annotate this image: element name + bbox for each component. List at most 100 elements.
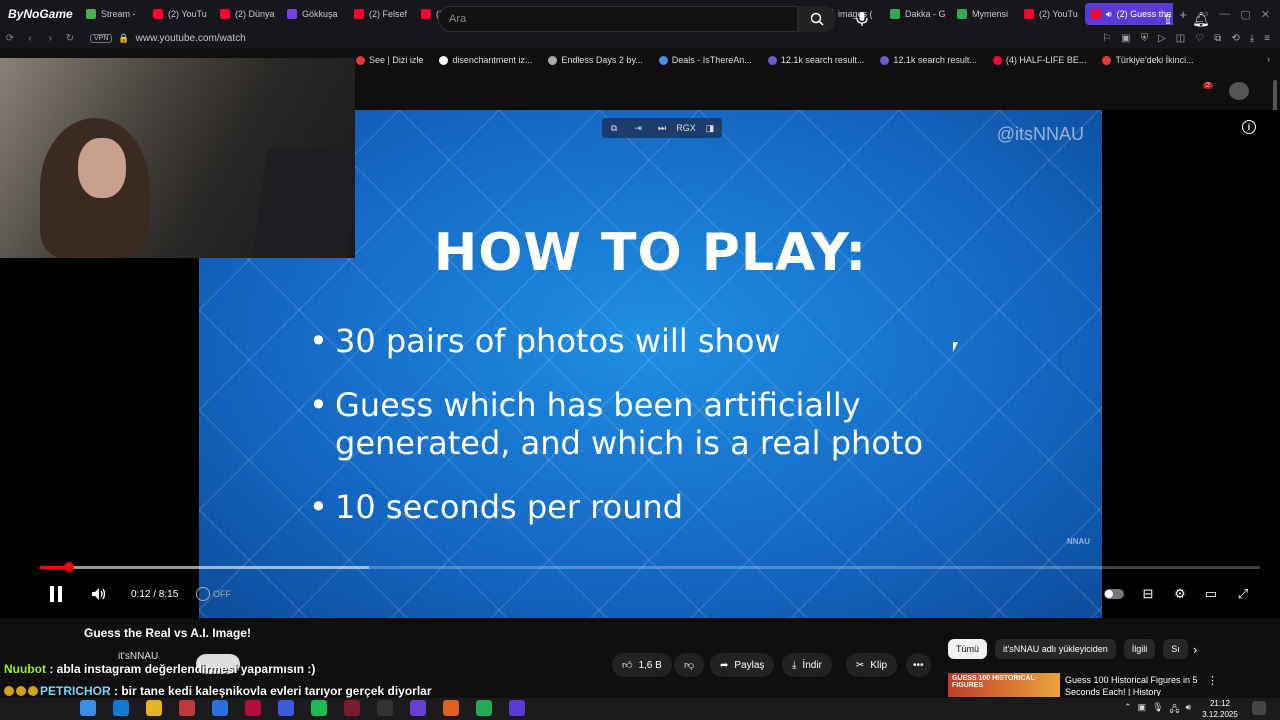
bookmark-item[interactable]: See | Dizi izle — [356, 55, 423, 65]
taskbar-app-icon[interactable] — [344, 700, 360, 716]
audio-icon[interactable]: 🔊︎ — [1106, 9, 1112, 20]
tray-mic-icon[interactable]: 🎙︎ — [1152, 702, 1163, 718]
recommended-thumbnail[interactable]: GUESS 100 HISTORICAL FIGURES — [948, 673, 1060, 697]
filter-chip[interactable]: it'sNNAU adlı yükleyiciden — [995, 639, 1116, 659]
bookmark-item[interactable]: Endless Days 2 by... — [548, 55, 643, 65]
account-avatar[interactable] — [1229, 82, 1249, 100]
rule-text-line: 30 pairs of photos will show — [335, 322, 781, 360]
bookmark-item[interactable]: 12.1k search result... — [880, 55, 977, 65]
taskbar-app-icon[interactable] — [476, 700, 492, 716]
fullscreen-icon[interactable]: ⤢ — [1233, 584, 1253, 604]
filter-chip[interactable]: İlgili — [1123, 639, 1156, 659]
browser-tab[interactable]: Mymensi — [951, 3, 1018, 25]
filter-chip[interactable]: Sı — [1163, 639, 1188, 659]
vpn-badge[interactable]: VPN — [90, 33, 113, 43]
menu-icon[interactable]: ≡ — [1264, 33, 1270, 44]
time-display: 0:12 / 8:15 — [131, 588, 179, 600]
tray-app-icon[interactable]: ▣ — [1138, 702, 1147, 718]
taskbar-store-icon[interactable] — [179, 700, 195, 716]
browser-tab[interactable]: Stream - — [80, 3, 147, 25]
taskbar-mail-icon[interactable] — [212, 700, 228, 716]
browser-tab[interactable]: Dakka - G — [884, 3, 951, 25]
taskbar-file-explorer-icon[interactable] — [146, 700, 162, 716]
clip-button[interactable]: ✂ Klip — [846, 653, 898, 677]
next-frame-icon[interactable]: ⏭ — [650, 118, 674, 138]
forward-icon[interactable]: › — [40, 33, 60, 44]
more-actions-button[interactable]: ••• — [906, 653, 931, 677]
info-icon[interactable]: i — [1242, 120, 1256, 134]
browser-tab[interactable]: (2) Dünya — [214, 3, 281, 25]
back-icon[interactable]: ‹ — [20, 33, 40, 44]
taskbar-app-icon[interactable] — [443, 700, 459, 716]
browser-tab[interactable]: (2) YouTu — [147, 3, 214, 25]
chip-next-icon[interactable]: › — [1193, 642, 1197, 657]
progress-scrubber[interactable] — [64, 562, 75, 572]
autoplay-switch-icon[interactable] — [1104, 584, 1124, 604]
taskbar-browser-icon[interactable] — [410, 700, 426, 716]
filter-chip[interactable]: Tümü — [948, 639, 988, 659]
notifications-icon[interactable]: 🔔︎ — [1192, 10, 1210, 28]
adblock-icon[interactable]: ⛨ — [1141, 33, 1149, 44]
notification-center-icon[interactable] — [1252, 701, 1266, 715]
popout-icon[interactable]: ⧉ — [602, 118, 626, 138]
reload-sidebar-icon[interactable]: ⟳ — [0, 33, 20, 44]
taskbar-spotify-icon[interactable] — [311, 700, 327, 716]
search-icon — [810, 12, 824, 26]
share-button[interactable]: ➦ Paylaş — [710, 653, 775, 677]
screenshot-icon[interactable]: ▣ — [1121, 33, 1130, 44]
reload-icon[interactable]: ↻ — [60, 33, 80, 44]
taskbar-edge-icon[interactable] — [113, 700, 129, 716]
taskbar-app-icon[interactable] — [245, 700, 261, 716]
player-icon[interactable]: ▷ — [1158, 33, 1166, 44]
upload-icon[interactable]: ⇪ — [1159, 10, 1177, 28]
search-input[interactable]: Ara — [438, 6, 798, 32]
bookmark-item[interactable]: Deals - IsThereAn... — [658, 55, 752, 65]
rgx-button[interactable]: RGX — [674, 118, 698, 138]
browser-tab[interactable]: (2) Felsef — [348, 3, 415, 25]
heart-icon[interactable]: ♡ — [1195, 33, 1204, 44]
taskbar-media-player-icon[interactable] — [509, 700, 525, 716]
minimize-icon[interactable]: — — [1219, 8, 1230, 21]
search-button[interactable] — [798, 6, 836, 32]
tab-label: (2) Felsef — [369, 9, 408, 19]
dislike-button[interactable]: 👎︎ — [674, 653, 705, 677]
download-icon[interactable]: ⤓ — [1250, 33, 1254, 44]
bookmark-item[interactable]: disenchantment iz... — [439, 55, 532, 65]
like-button[interactable]: 👍︎ 1,6 B — [612, 653, 672, 677]
pip-icon[interactable]: ◨ — [698, 118, 722, 138]
taskbar-search-icon[interactable] — [80, 700, 96, 716]
settings-gear-icon[interactable]: ⚙ — [1170, 584, 1190, 604]
wallet-icon[interactable]: ◫ — [1176, 33, 1185, 44]
sound-icon[interactable]: 🔊︎ — [1186, 702, 1192, 718]
autoplay-toggle[interactable]: OFF — [196, 583, 231, 605]
taskbar-clock[interactable]: 21:12 3.12.2025 — [1200, 698, 1240, 720]
network-icon[interactable]: 🖧 — [1170, 702, 1180, 718]
download-button[interactable]: ⤓ İndir — [782, 653, 832, 677]
history-icon[interactable]: ⟲ — [1231, 33, 1239, 44]
bookmark-item[interactable]: Türkiye'deki İkinci... — [1102, 55, 1194, 65]
bookmark-icon[interactable]: ⚐ — [1102, 33, 1111, 44]
taskbar-github-icon[interactable] — [377, 700, 393, 716]
recommended-title[interactable]: Guess 100 Historical Figures in 5 Second… — [1065, 674, 1205, 696]
maximize-icon[interactable]: ▢ — [1240, 8, 1250, 21]
exit-icon[interactable]: ⇥ — [626, 118, 650, 138]
subtitles-icon[interactable]: ⊟ — [1138, 584, 1158, 604]
extensions-icon[interactable]: ⧉ — [1214, 33, 1221, 44]
pause-button[interactable] — [46, 584, 66, 604]
voice-search-button[interactable] — [850, 6, 874, 32]
bookmark-item[interactable]: (4) HALF-LIFE BE... — [992, 55, 1086, 65]
bookmark-item[interactable]: 12.1k search result... — [767, 55, 864, 65]
url-field[interactable]: www.youtube.com/watch — [136, 33, 246, 44]
volume-button[interactable] — [89, 584, 109, 604]
taskbar-app-icon[interactable] — [278, 700, 294, 716]
clip-label: Klip — [870, 659, 888, 671]
bookmarks-overflow-icon[interactable]: › — [1267, 54, 1270, 64]
close-icon[interactable]: ✕ — [1261, 8, 1270, 21]
thumbs-down-icon: 👎︎ — [684, 660, 695, 671]
browser-tab[interactable]: Gökkuşa — [281, 3, 348, 25]
browser-tab[interactable]: (2) YouTu — [1018, 3, 1085, 25]
theater-mode-icon[interactable]: ▭ — [1201, 584, 1221, 604]
tray-chevron-icon[interactable]: ⌃ — [1124, 702, 1132, 718]
recommended-more-icon[interactable]: ⋮ — [1207, 674, 1218, 687]
bookmark-favicon — [1102, 55, 1112, 65]
